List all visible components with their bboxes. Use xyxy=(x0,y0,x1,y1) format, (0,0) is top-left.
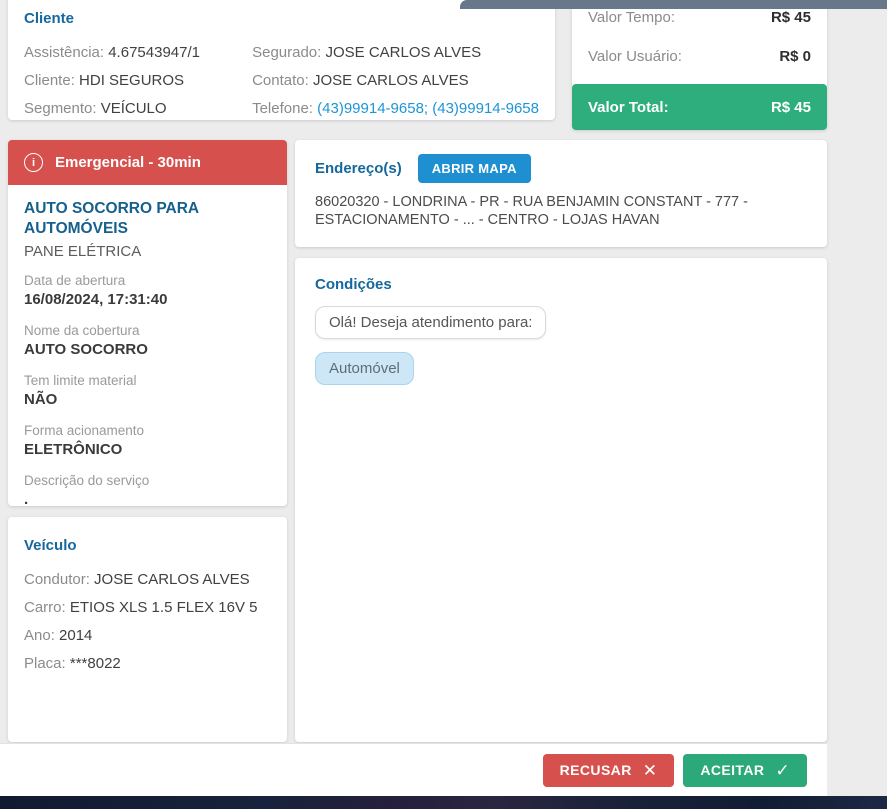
material-limit-detail: Tem limite material NÃO xyxy=(24,372,271,410)
service-name: AUTO SOCORRO PARA AUTOMÓVEIS xyxy=(24,200,199,237)
address-header: Endereço(s) ABRIR MAPA xyxy=(315,154,807,183)
chat-message-answer: Automóvel xyxy=(315,352,414,385)
coverage-name-detail: Nome da cobertura AUTO SOCORRO xyxy=(24,322,271,360)
open-date-detail: Data de abertura 16/08/2024, 17:31:40 xyxy=(24,272,271,310)
client-value: HDI SEGUROS xyxy=(79,72,185,89)
car-value: ETIOS XLS 1.5 FLEX 16V 5 xyxy=(69,599,258,616)
coverage-name-label: Nome da cobertura xyxy=(24,323,140,338)
material-limit-label: Tem limite material xyxy=(24,373,137,388)
year-label: Ano: xyxy=(24,627,55,644)
plate-value: ***8022 xyxy=(69,655,121,672)
conditions-card: Condições Olá! Deseja atendimento para: … xyxy=(295,258,827,742)
client-label: Cliente: xyxy=(24,72,75,89)
total-value-bar: Valor Total: R$ 45 xyxy=(572,84,827,130)
segment-value: VEÍCULO xyxy=(100,100,167,117)
plate-label: Placa: xyxy=(24,655,66,672)
bottom-taskbar xyxy=(0,796,887,809)
client-fields-left: Assistência: 4.67543947/1 Cliente: HDI S… xyxy=(24,39,252,123)
driver-label: Condutor: xyxy=(24,571,90,588)
accept-button[interactable]: ACEITAR ✓ xyxy=(683,753,807,787)
assistance-label: Assistência: xyxy=(24,44,105,61)
window-title-bar xyxy=(460,0,887,9)
time-value-label: Valor Tempo: xyxy=(588,9,675,26)
trigger-mode-detail: Forma acionamento ELETRÔNICO xyxy=(24,422,271,460)
phone-label: Telefone: xyxy=(252,100,313,117)
driver-field: Condutor: JOSE CARLOS ALVES xyxy=(24,566,271,594)
total-value-label: Valor Total: xyxy=(588,98,669,116)
coverage-name-value: AUTO SOCORRO xyxy=(24,341,148,358)
car-field: Carro: ETIOS XLS 1.5 FLEX 16V 5 xyxy=(24,594,271,622)
vehicle-card-title: Veículo xyxy=(24,537,77,554)
service-description-detail: Descrição do serviço . xyxy=(24,472,271,510)
reject-button[interactable]: RECUSAR ✕ xyxy=(542,753,675,787)
driver-value: JOSE CARLOS ALVES xyxy=(94,571,250,588)
contact-value: JOSE CARLOS ALVES xyxy=(312,72,469,89)
year-value: 2014 xyxy=(59,627,93,644)
insured-value: JOSE CARLOS ALVES xyxy=(325,44,482,61)
user-value-amount: R$ 0 xyxy=(779,48,811,65)
client-fields-right: Segurado: JOSE CARLOS ALVES Contato: JOS… xyxy=(252,39,539,123)
open-map-button[interactable]: ABRIR MAPA xyxy=(417,154,531,183)
segment-label: Segmento: xyxy=(24,100,97,117)
assistance-field: Assistência: 4.67543947/1 xyxy=(24,39,252,67)
time-value-amount: R$ 45 xyxy=(770,9,811,26)
trigger-mode-label: Forma acionamento xyxy=(24,423,145,438)
address-card: Endereço(s) ABRIR MAPA 86020320 - LONDRI… xyxy=(295,140,827,247)
assistance-value: 4.67543947/1 xyxy=(108,44,200,61)
totals-rows: Valor Tempo: R$ 45 Valor Usuário: R$ 0 xyxy=(572,0,827,67)
service-body: AUTO SOCORRO PARA AUTOMÓVEIS PANE ELÉTRI… xyxy=(8,185,287,510)
chat-message-row: Automóvel xyxy=(315,339,807,385)
reject-button-label: RECUSAR xyxy=(559,762,632,778)
vehicle-fields: Condutor: JOSE CARLOS ALVES Carro: ETIOS… xyxy=(24,566,271,678)
client-card-title: Cliente xyxy=(24,10,75,27)
year-field: Ano: 2014 xyxy=(24,622,271,650)
check-icon: ✓ xyxy=(775,760,790,780)
time-value-row: Valor Tempo: R$ 45 xyxy=(588,8,811,28)
open-date-label: Data de abertura xyxy=(24,273,126,288)
contact-field: Contato: JOSE CARLOS ALVES xyxy=(252,67,539,95)
material-limit-value: NÃO xyxy=(24,391,58,408)
service-urgency-label: Emergencial - 30min xyxy=(55,154,201,171)
insured-field: Segurado: JOSE CARLOS ALVES xyxy=(252,39,539,67)
user-value-label: Valor Usuário: xyxy=(588,48,682,65)
address-card-title: Endereço(s) xyxy=(315,160,402,177)
footer-action-bar: RECUSAR ✕ ACEITAR ✓ xyxy=(0,743,827,796)
plate-field: Placa: ***8022 xyxy=(24,650,271,678)
address-text: 86020320 - LONDRINA - PR - RUA BENJAMIN … xyxy=(315,194,748,228)
car-label: Carro: xyxy=(24,599,66,616)
info-icon: i xyxy=(24,153,43,172)
service-description-value: . xyxy=(24,491,29,508)
contact-label: Contato: xyxy=(252,72,309,89)
service-problem: PANE ELÉTRICA xyxy=(24,243,142,260)
chat-message-row: Olá! Deseja atendimento para: xyxy=(315,293,807,339)
segment-field: Segmento: VEÍCULO xyxy=(24,95,252,123)
user-value-row: Valor Usuário: R$ 0 xyxy=(588,47,811,67)
close-icon: ✕ xyxy=(642,760,658,780)
accept-button-label: ACEITAR xyxy=(700,762,765,778)
service-card: i Emergencial - 30min AUTO SOCORRO PARA … xyxy=(8,140,287,508)
service-description-label: Descrição do serviço xyxy=(24,473,150,488)
service-urgency-header: i Emergencial - 30min xyxy=(8,140,287,185)
total-value-amount: R$ 45 xyxy=(770,98,811,116)
totals-card: Valor Tempo: R$ 45 Valor Usuário: R$ 0 V… xyxy=(572,0,827,130)
client-field: Cliente: HDI SEGUROS xyxy=(24,67,252,95)
client-fields: Assistência: 4.67543947/1 Cliente: HDI S… xyxy=(24,39,539,123)
chat-message-question: Olá! Deseja atendimento para: xyxy=(315,306,547,339)
client-card: Cliente Assistência: 4.67543947/1 Client… xyxy=(8,0,555,120)
phone-link[interactable]: (43)99914-9658; (43)99914-9658 xyxy=(317,100,539,117)
insured-label: Segurado: xyxy=(252,44,322,61)
vehicle-card: Veículo Condutor: JOSE CARLOS ALVES Carr… xyxy=(8,517,287,742)
trigger-mode-value: ELETRÔNICO xyxy=(24,441,123,458)
phone-field: Telefone: (43)99914-9658; (43)99914-9658 xyxy=(252,95,539,123)
conditions-card-title: Condições xyxy=(315,276,392,293)
open-date-value: 16/08/2024, 17:31:40 xyxy=(24,291,168,308)
